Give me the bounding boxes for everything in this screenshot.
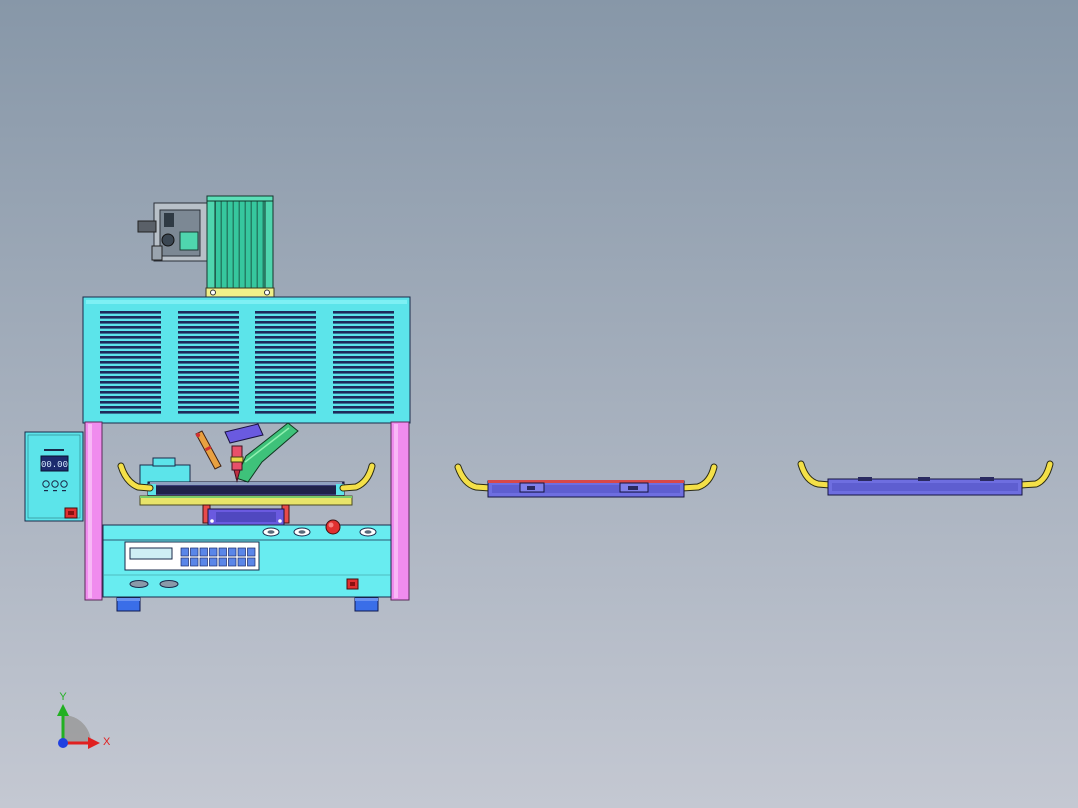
emergency-stop-button [325, 519, 341, 535]
tray-bump [858, 477, 872, 481]
keypad-button [209, 557, 218, 567]
foot-top [355, 598, 378, 601]
pen-cap [195, 432, 201, 438]
enclosure-highlight [86, 300, 407, 304]
keypad-button [218, 547, 227, 557]
motor-body [206, 195, 274, 290]
keypad-button [180, 547, 189, 557]
tray-clamp-detail [628, 486, 638, 490]
plate-green-strip [140, 496, 352, 498]
gearbox-foot [151, 245, 163, 261]
keypad-button [237, 547, 246, 557]
servo-motor[interactable] [205, 195, 275, 298]
base-knob-center [298, 530, 306, 534]
base-connector [159, 580, 179, 588]
right-foot[interactable] [354, 597, 379, 612]
keypad-button [247, 547, 256, 557]
tray-bump [918, 477, 930, 481]
controller-knob [51, 480, 59, 488]
leg-highlight [88, 424, 92, 598]
left-leg[interactable] [84, 421, 103, 601]
control-base[interactable] [102, 519, 392, 598]
tray-red-edge [488, 480, 684, 483]
controller-knob [60, 480, 68, 488]
mount-screw [210, 289, 216, 296]
tray-clamp-detail [527, 486, 535, 490]
feeder-box-lid [152, 457, 176, 467]
keypad-button [180, 557, 189, 567]
vent-column [255, 309, 316, 415]
base-knob-center [267, 530, 275, 534]
vent-column [100, 309, 161, 415]
keypad-button [247, 557, 256, 567]
mount-screw [264, 289, 270, 296]
leg-body [390, 421, 410, 601]
keypad-button [228, 547, 237, 557]
keypad-lcd [129, 547, 173, 560]
controller-knob [42, 480, 50, 488]
knob-mark [62, 490, 66, 492]
power-switch-inner [350, 582, 355, 586]
motor-right-edge [264, 195, 274, 290]
gearbox-shaft [137, 220, 157, 233]
keypad-button [228, 557, 237, 567]
knob-mark [53, 490, 57, 492]
slide-block-inner [216, 512, 276, 522]
keypad-button [237, 557, 246, 567]
controller-label-mark [44, 449, 64, 451]
cyan-enclosure[interactable] [82, 296, 411, 424]
keypad-button [190, 547, 199, 557]
cad-viewport[interactable]: 00.00 Y X [0, 0, 1078, 808]
motor-cap [206, 195, 274, 202]
tray-bump [980, 477, 994, 481]
leg-highlight [394, 424, 398, 598]
knob-mark [44, 490, 48, 492]
vent-column [178, 309, 239, 415]
table-pcb [156, 486, 336, 494]
base-knob-center [364, 530, 372, 534]
gearbox-block [164, 213, 174, 227]
keypad-button [218, 557, 227, 567]
leg-body [84, 421, 103, 601]
gearbox-wheel [161, 233, 175, 247]
left-foot[interactable] [116, 597, 141, 612]
table-top-edge [150, 482, 342, 485]
slide-screw [210, 519, 214, 523]
z-axis-dot [58, 738, 68, 748]
right-leg[interactable] [390, 421, 410, 601]
emergency-stop-highlight [328, 522, 334, 528]
temperature-controller[interactable]: 00.00 [24, 431, 84, 522]
base-connector [129, 580, 149, 588]
vent-column [333, 309, 394, 415]
soldering-iron-collar [230, 456, 244, 463]
gearbox-coupling [179, 231, 199, 251]
slide-screw [278, 519, 282, 523]
keypad-button [190, 557, 199, 567]
controller-display-value: 00.00 [41, 460, 68, 470]
tray-inner [832, 483, 1018, 491]
motor-mount-plate [205, 287, 275, 298]
keypad-button [199, 547, 208, 557]
switch-inner [68, 511, 74, 515]
foot-top [117, 598, 140, 601]
keypad-button [209, 547, 218, 557]
motor-left-edge [206, 195, 216, 290]
y-axis-label: Y [59, 691, 67, 703]
keypad-button [199, 557, 208, 567]
x-axis-label: X [103, 736, 111, 748]
